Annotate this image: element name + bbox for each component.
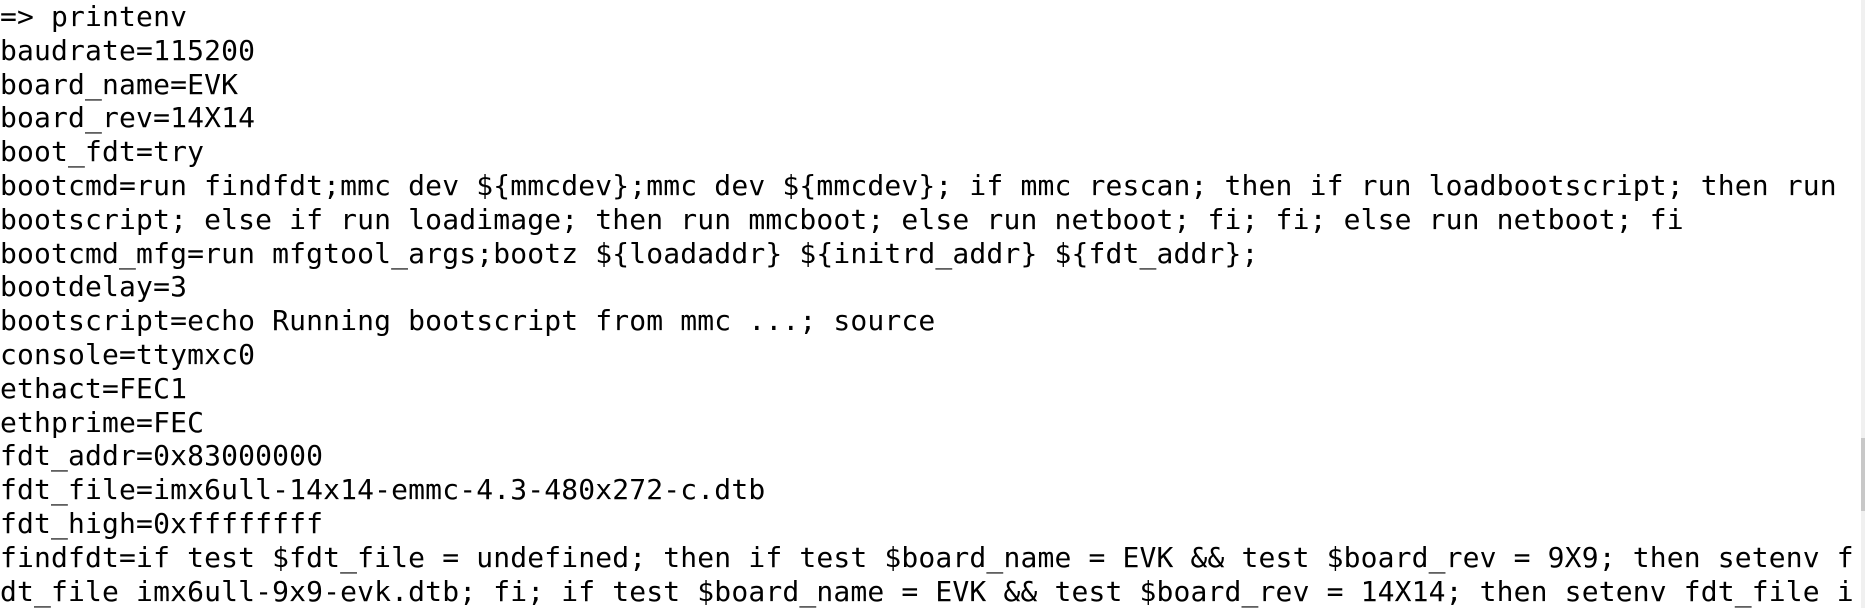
env-variable-line: ethact=FEC1 (0, 371, 188, 405)
env-variable-line: fdt_high=0xffffffff (0, 506, 324, 540)
env-variable-line: fdt_addr=0x83000000 (0, 439, 324, 473)
env-variable-line: baudrate=115200 (0, 33, 256, 67)
env-variable-line: board_rev=14X14 (0, 101, 256, 135)
env-variable-line: bootcmd=run findfdt;mmc dev ${mmcdev};mm… (0, 168, 1837, 202)
env-variable-line: ethprime=FEC (0, 405, 205, 439)
env-variable-line: bootcmd_mfg=run mfgtool_args;bootz ${loa… (0, 236, 1259, 270)
env-variable-line: fdt_file=imx6ull-14x14-emmc-4.3-480x272-… (0, 473, 766, 507)
terminal-output[interactable]: => printenv baudrate=115200 board_name=EVK… (0, 0, 1855, 608)
env-variable-line: console=ttymxc0 (0, 337, 256, 371)
command-line: => printenv (0, 0, 188, 33)
env-variable-line: findfdt=if test $fdt_file = undefined; t… (0, 540, 1854, 574)
vertical-scrollbar[interactable] (1861, 0, 1865, 608)
env-variable-line: bootscript=echo Running bootscript from … (0, 304, 936, 338)
env-variable-line: boot_fdt=try (0, 135, 205, 169)
env-variable-line: dt_file imx6ull-9x9-evk.dtb; fi; if test… (0, 574, 1854, 608)
env-variable-line: bootdelay=3 (0, 270, 188, 304)
env-variable-line: board_name=EVK (0, 67, 239, 101)
scrollbar-thumb[interactable] (1861, 437, 1865, 511)
env-variable-line: bootscript; else if run loadimage; then … (0, 202, 1684, 236)
